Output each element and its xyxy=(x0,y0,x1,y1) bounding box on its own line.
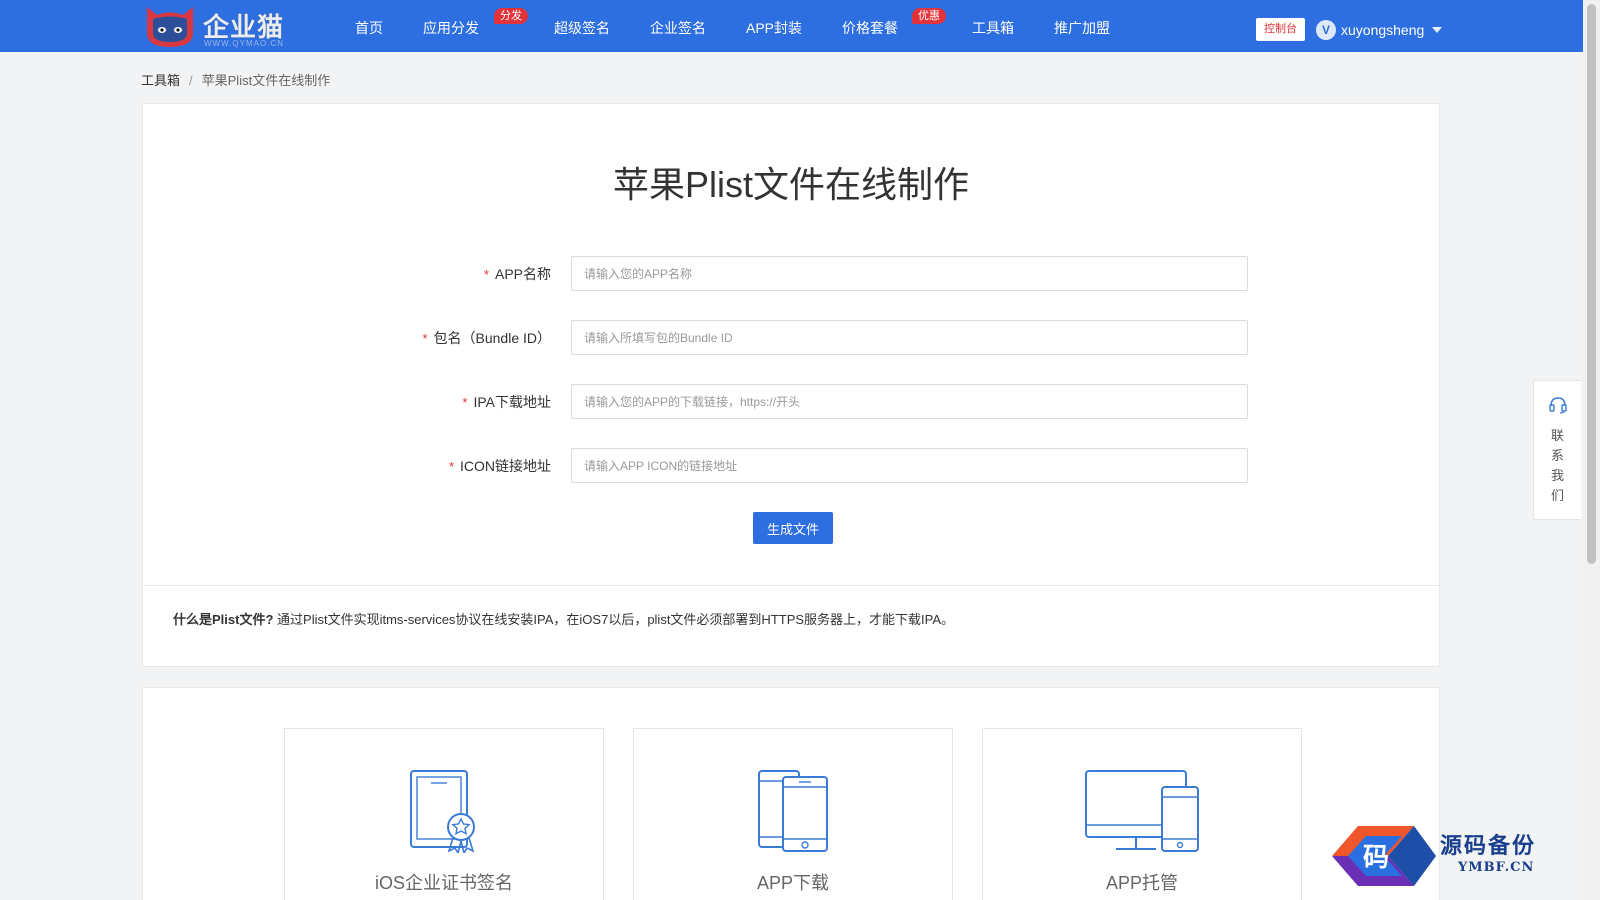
app-name-input[interactable] xyxy=(571,256,1248,291)
feature-ios-enterprise-sign[interactable]: iOS企业证书签名 xyxy=(284,728,604,900)
generate-file-button[interactable]: 生成文件 xyxy=(753,512,833,544)
required-mark: * xyxy=(422,331,428,346)
user-menu[interactable]: V xuyongsheng xyxy=(1316,19,1443,41)
certificate-tablet-icon xyxy=(410,770,475,853)
plist-explanation: 什么是Plist文件? 通过Plist文件实现itms-services协议在线… xyxy=(173,609,954,628)
devices-icon xyxy=(1085,770,1199,852)
icon-url-input[interactable] xyxy=(571,448,1248,483)
feature-app-hosting[interactable]: APP托管 xyxy=(982,728,1302,900)
username: xuyongsheng xyxy=(1341,22,1425,38)
required-mark: * xyxy=(462,395,468,410)
nav-badge-distribution: 分发 xyxy=(494,8,528,24)
form-row-ipa-url: * IPA下载地址 xyxy=(143,384,1439,419)
nav-item-affiliate[interactable]: 推广加盟 xyxy=(1054,18,1110,38)
required-mark: * xyxy=(448,459,454,474)
icon-url-label-text: ICON链接地址 xyxy=(460,458,551,474)
ipa-url-label-text: IPA下载地址 xyxy=(473,394,551,410)
watermark-subtitle: YMBF.CN xyxy=(1458,860,1535,875)
breadcrumb-toolbox-link[interactable]: 工具箱 xyxy=(141,73,180,88)
nav-item-pricing[interactable]: 价格套餐 xyxy=(842,18,898,38)
feature-label: iOS企业证书签名 xyxy=(374,873,513,893)
watermark-logo-icon: 码 xyxy=(1332,826,1436,886)
plist-explanation-text: 通过Plist文件实现itms-services协议在线安装IPA，在iOS7以… xyxy=(277,612,955,627)
contact-char: 们 xyxy=(1550,488,1564,503)
ipa-url-label: * IPA下载地址 xyxy=(462,392,551,412)
contact-us-float[interactable]: 联 系 我 们 xyxy=(1533,380,1581,520)
bundle-id-label: * 包名（Bundle ID） xyxy=(422,328,551,348)
contact-us-label: 联 系 我 们 xyxy=(1534,426,1581,506)
site-logo[interactable]: 企业猫 WWW.QYMAO.CN xyxy=(143,3,293,49)
divider xyxy=(143,585,1439,586)
logo-subtext: WWW.QYMAO.CN xyxy=(204,39,284,48)
form-row-bundle-id: * 包名（Bundle ID） xyxy=(143,320,1439,355)
breadcrumb: 工具箱 / 苹果Plist文件在线制作 xyxy=(141,70,330,89)
plist-explanation-title: 什么是Plist文件? xyxy=(173,612,274,627)
ipa-url-input[interactable] xyxy=(571,384,1248,419)
contact-char: 我 xyxy=(1550,468,1564,483)
watermark-title: 源码备份 xyxy=(1440,833,1537,859)
cat-logo-icon xyxy=(147,7,193,47)
page-title: 苹果Plist文件在线制作 xyxy=(612,164,969,205)
breadcrumb-separator: / xyxy=(189,73,193,88)
bundle-id-input[interactable] xyxy=(571,320,1248,355)
top-navbar: 企业猫 WWW.QYMAO.CN 首页 应用分发 分发 超级签名 企业签名 AP… xyxy=(0,0,1583,52)
phones-icon xyxy=(758,770,828,852)
icon-url-label: * ICON链接地址 xyxy=(449,456,551,476)
console-button[interactable]: 控制台 xyxy=(1256,18,1305,41)
watermark: 码 源码备份 YMBF.CN xyxy=(1318,820,1583,892)
feature-app-download[interactable]: APP下载 xyxy=(633,728,953,900)
headset-icon xyxy=(1549,397,1567,414)
app-name-label-text: APP名称 xyxy=(494,266,551,282)
bundle-id-label-text: 包名（Bundle ID） xyxy=(433,330,551,346)
nav-item-distribution[interactable]: 应用分发 xyxy=(423,18,479,38)
features-card: iOS企业证书签名 APP下载 APP托管 xyxy=(142,687,1440,900)
nav-item-toolbox[interactable]: 工具箱 xyxy=(972,18,1014,38)
contact-char: 联 xyxy=(1550,428,1564,443)
avatar: V xyxy=(1316,20,1336,40)
plist-form-card: 苹果Plist文件在线制作 * APP名称 * 包名（Bundle ID） * IPA… xyxy=(142,103,1440,667)
form-row-app-name: * APP名称 xyxy=(143,256,1439,291)
scrollbar-thumb[interactable] xyxy=(1587,4,1596,564)
app-name-label: * APP名称 xyxy=(484,264,551,284)
breadcrumb-current: 苹果Plist文件在线制作 xyxy=(201,73,331,88)
nav-item-enterprise-sign[interactable]: 企业签名 xyxy=(650,18,706,38)
feature-label: APP下载 xyxy=(756,873,830,893)
contact-char: 系 xyxy=(1550,448,1564,463)
feature-label: APP托管 xyxy=(1105,873,1179,893)
chevron-down-icon xyxy=(1432,27,1443,33)
form-row-icon-url: * ICON链接地址 xyxy=(143,448,1439,483)
page-scrollbar[interactable] xyxy=(1583,0,1600,900)
nav-badge-pricing: 优惠 xyxy=(912,8,946,24)
required-mark: * xyxy=(483,267,489,282)
svg-text:码: 码 xyxy=(1363,843,1389,873)
nav-item-super-sign[interactable]: 超级签名 xyxy=(554,18,610,38)
nav-item-home[interactable]: 首页 xyxy=(355,18,383,38)
nav-item-app-package[interactable]: APP封装 xyxy=(746,18,802,38)
